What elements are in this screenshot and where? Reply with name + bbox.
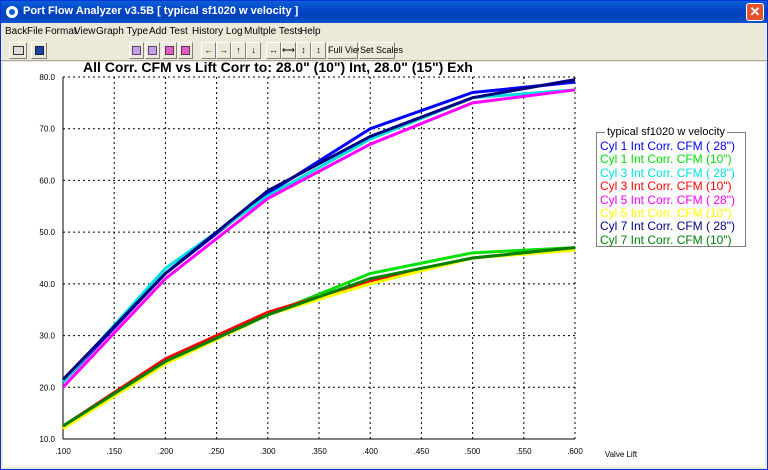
pan-up-button[interactable]: ↑ <box>231 42 246 59</box>
x-tick-label: .100 <box>55 447 71 456</box>
toolbar: ← → ↑ ↓ ↔ ⟷ ↕ ↕ Full View Set Scales <box>1 41 767 61</box>
legend-entry: Cyl 3 Int Corr. CFM (10") <box>600 179 732 194</box>
arrow-right-icon <box>181 46 190 56</box>
next-test-button[interactable] <box>178 42 193 59</box>
app-window: Port Flow Analyzer v3.5B [ typical sf102… <box>0 0 768 470</box>
legend-entry: Cyl 7 Int Corr. CFM (10") <box>600 232 732 247</box>
y-tick-label: 60.0 <box>39 176 55 185</box>
legend-entry: Cyl 1 Int Corr. CFM (10") <box>600 152 732 167</box>
title-bar[interactable]: Port Flow Analyzer v3.5B [ typical sf102… <box>1 1 767 23</box>
graph-icon <box>132 46 141 56</box>
legend-entry: Cyl 5 Int Corr. CFM (10") <box>600 206 732 220</box>
close-button[interactable]: ✕ <box>746 3 764 21</box>
menu-help[interactable]: Help <box>300 26 321 37</box>
series-line <box>61 78 576 381</box>
arrow-left-icon <box>165 46 174 56</box>
save-button[interactable] <box>31 42 47 59</box>
menu-file[interactable]: File <box>27 26 43 37</box>
y-tick-label: 50.0 <box>39 228 55 237</box>
graph-style-button-2[interactable] <box>145 42 160 59</box>
pan-down-button[interactable]: ↓ <box>246 42 261 59</box>
x-tick-label: .350 <box>311 447 327 456</box>
chart-title: All Corr. CFM vs Lift Corr to: 28.0" (10… <box>83 62 473 75</box>
legend-entry: Cyl 3 Int Corr. CFM ( 28") <box>600 165 735 180</box>
legend-title: typical sf1020 w velocity <box>605 126 727 138</box>
menu-history-log[interactable]: History Log <box>192 26 243 37</box>
menu-graph-type[interactable]: Graph Type <box>96 26 148 37</box>
full-view-button[interactable]: Full View <box>327 42 364 59</box>
y-tick-label: 20.0 <box>39 383 55 392</box>
x-tick-label: .550 <box>516 447 532 456</box>
graph-icon <box>148 46 157 56</box>
menu-format[interactable]: Format <box>45 26 77 37</box>
legend-entry: Cyl 5 Int Corr. CFM ( 28") <box>600 192 735 207</box>
menu-add-test[interactable]: Add Test <box>149 26 188 37</box>
x-tick-label: .500 <box>465 447 481 456</box>
x-tick-label: .150 <box>106 447 122 456</box>
zoom-x-out-button[interactable]: ⟷ <box>281 42 296 59</box>
menu-multiple-tests[interactable]: Multple Tests <box>244 26 302 37</box>
floppy-icon <box>34 46 44 56</box>
legend-entry: Cyl 1 Int Corr. CFM ( 28") <box>600 139 735 153</box>
zoom-y-out-button[interactable]: ↕ <box>311 42 326 59</box>
set-scales-button[interactable]: Set Scales <box>359 42 403 59</box>
x-tick-label: .200 <box>158 447 174 456</box>
x-tick-label: .400 <box>362 447 378 456</box>
menu-view[interactable]: View <box>74 26 96 37</box>
window-title: Port Flow Analyzer v3.5B [ typical sf102… <box>23 5 299 17</box>
menu-bar: Back File Format View Graph Type Add Tes… <box>1 23 767 41</box>
series-line <box>62 246 576 428</box>
x-tick-label: .300 <box>260 447 276 456</box>
plot-area[interactable]: All Corr. CFM vs Lift Corr to: 28.0" (10… <box>3 59 765 467</box>
printer-icon <box>12 46 24 56</box>
series-line <box>62 246 576 428</box>
zoom-x-in-button[interactable]: ↔ <box>266 42 281 59</box>
pan-right-button[interactable]: → <box>216 42 231 59</box>
series-line <box>62 246 576 428</box>
pan-left-button[interactable]: ← <box>201 42 216 59</box>
flow-chart: All Corr. CFM vs Lift Corr to: 28.0" (10… <box>39 59 638 459</box>
x-tick-label: .450 <box>414 447 430 456</box>
x-tick-label: .250 <box>209 447 225 456</box>
y-tick-label: 80.0 <box>39 73 55 82</box>
y-tick-label: 70.0 <box>39 125 55 134</box>
app-icon <box>6 6 18 18</box>
x-tick-label: .600 <box>567 447 583 456</box>
graph-style-button-1[interactable] <box>129 42 144 59</box>
zoom-y-in-button[interactable]: ↕ <box>296 42 311 59</box>
y-tick-label: 10.0 <box>39 435 55 444</box>
y-tick-label: 40.0 <box>39 280 55 289</box>
menu-back[interactable]: Back <box>5 26 27 37</box>
y-tick-label: 30.0 <box>39 332 55 341</box>
print-preview-button[interactable] <box>9 42 27 59</box>
prev-test-button[interactable] <box>162 42 177 59</box>
legend: typical sf1020 w velocity Cyl 1 Int Corr… <box>596 126 746 247</box>
x-axis-label: Valve Lift <box>605 450 638 459</box>
legend-entry: Cyl 7 Int Corr. CFM ( 28") <box>600 219 735 234</box>
